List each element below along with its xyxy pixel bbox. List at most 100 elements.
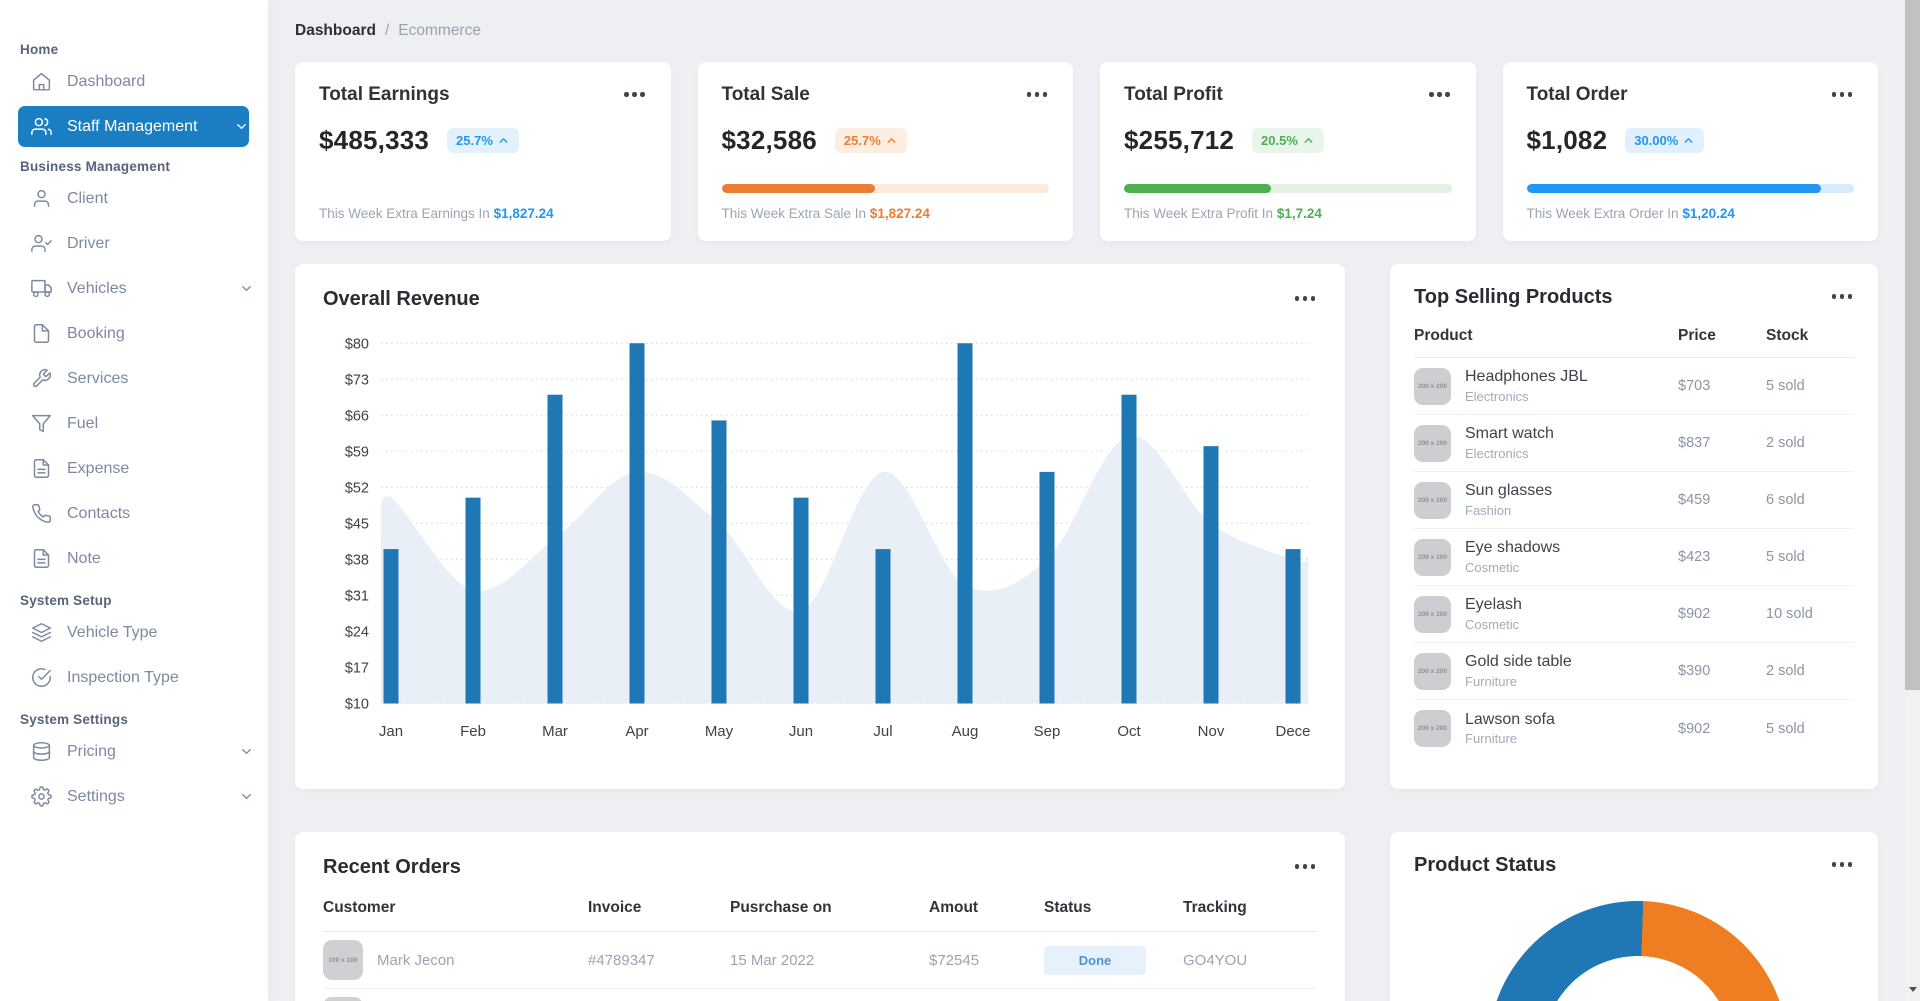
svg-text:Mar: Mar — [542, 723, 568, 740]
product-thumbnail: 200 x 200 — [1414, 539, 1451, 576]
column-stock: Stock — [1766, 327, 1854, 345]
order-invoice: #4789347 — [588, 952, 730, 969]
database-icon — [31, 741, 52, 762]
customer-name: Mark Jecon — [377, 952, 455, 969]
product-price: $703 — [1678, 378, 1766, 394]
chevron-up-icon — [1682, 134, 1695, 147]
scrollbar-thumb[interactable] — [1905, 0, 1920, 690]
table-row: 200 x 200 Eyelash Cosmetic $902 10 sold — [1414, 586, 1854, 643]
table-row: 200 x 200 Headphones JBL Electronics $70… — [1414, 358, 1854, 415]
truck-icon — [31, 278, 52, 299]
sidebar-item-driver[interactable]: Driver — [0, 221, 254, 266]
avatar: 100 x 100 — [323, 997, 363, 1001]
home-icon — [31, 71, 52, 92]
chevron-up-icon — [885, 134, 898, 147]
sidebar-item-note[interactable]: Note — [0, 536, 254, 581]
svg-text:May: May — [705, 723, 734, 740]
products-table-header: Product Price Stock — [1414, 327, 1854, 358]
stat-card-title: Total Order — [1527, 84, 1628, 106]
overall-revenue-title: Overall Revenue — [323, 288, 480, 311]
recent-orders-card: Recent Orders Customer Invoice Pusrchase… — [295, 832, 1345, 1001]
sidebar-item-contacts[interactable]: Contacts — [0, 491, 254, 536]
phone-icon — [31, 503, 52, 524]
revenue-bar-chart: $80$73$66$59$52$45$38$31$24$17$10JanFebM… — [323, 315, 1317, 762]
product-thumbnail: 200 x 200 — [1414, 425, 1451, 462]
product-thumbnail: 200 x 200 — [1414, 596, 1451, 633]
sidebar-section-label: Home — [20, 42, 268, 57]
sidebar-item-dashboard[interactable]: Dashboard — [0, 59, 254, 104]
products-table-body: 200 x 200 Headphones JBL Electronics $70… — [1414, 358, 1854, 757]
product-category: Fashion — [1465, 503, 1552, 518]
svg-text:$17: $17 — [345, 660, 369, 676]
sidebar-item-fuel[interactable]: Fuel — [0, 401, 254, 446]
breadcrumb-dashboard[interactable]: Dashboard — [295, 22, 376, 40]
overall-revenue-card: Overall Revenue $80$73$66$59$52$45$38$31… — [295, 264, 1345, 789]
svg-text:Jul: Jul — [873, 723, 892, 740]
product-category: Electronics — [1465, 446, 1554, 461]
chevron-down-icon — [239, 789, 254, 804]
stat-card-title: Total Earnings — [319, 84, 450, 106]
document-icon — [31, 458, 52, 479]
sidebar-item-settings[interactable]: Settings — [0, 774, 254, 819]
main-content: Dashboard / Ecommerce Total Earnings $48… — [268, 0, 1905, 1001]
product-price: $423 — [1678, 549, 1766, 565]
stat-card-value: $1,082 — [1527, 125, 1608, 156]
svg-text:Sep: Sep — [1034, 723, 1061, 740]
more-menu-icon[interactable] — [622, 84, 647, 105]
svg-text:$24: $24 — [345, 624, 369, 640]
sidebar-item-client[interactable]: Client — [0, 176, 254, 221]
sidebar-item-staff-management[interactable]: Staff Management — [18, 106, 249, 147]
user-icon — [31, 188, 52, 209]
progress-bar — [1527, 184, 1855, 193]
product-name: Headphones JBL — [1465, 368, 1588, 386]
scrollbar-down-arrow[interactable] — [1909, 987, 1917, 992]
svg-text:$45: $45 — [345, 516, 369, 532]
more-menu-icon[interactable] — [1293, 288, 1318, 309]
table-row: 200 x 200 Smart watch Electronics $837 2… — [1414, 415, 1854, 472]
sidebar-item-services[interactable]: Services — [0, 356, 254, 401]
more-menu-icon[interactable] — [1025, 84, 1050, 105]
stat-card-total-sale: Total Sale $32,586 25.7% This Week Extra… — [698, 62, 1074, 241]
product-category: Cosmetic — [1465, 560, 1560, 575]
breadcrumb: Dashboard / Ecommerce — [295, 22, 1878, 40]
svg-text:$66: $66 — [345, 408, 369, 424]
product-stock: 2 sold — [1766, 663, 1854, 679]
column-amount: Amout — [929, 899, 1044, 917]
sidebar-item-booking[interactable]: Booking — [0, 311, 254, 356]
status-badge: Done — [1044, 946, 1146, 975]
product-price: $459 — [1678, 492, 1766, 508]
window-scrollbar — [1905, 0, 1920, 1001]
more-menu-icon[interactable] — [1830, 286, 1855, 307]
table-row: 200 x 200 Sun glasses Fashion $459 6 sol… — [1414, 472, 1854, 529]
more-menu-icon[interactable] — [1293, 856, 1318, 877]
more-menu-icon[interactable] — [1830, 854, 1855, 875]
sidebar-item-pricing[interactable]: Pricing — [0, 729, 254, 774]
chevron-up-icon — [497, 134, 510, 147]
sidebar-item-vehicle-type[interactable]: Vehicle Type — [0, 610, 254, 655]
stat-card-footer: This Week Extra Earnings In $1,827.24 — [319, 206, 647, 221]
sidebar-section-label: System Settings — [20, 712, 268, 727]
product-price: $902 — [1678, 721, 1766, 737]
product-stock: 10 sold — [1766, 606, 1854, 622]
sidebar-item-vehicles[interactable]: Vehicles — [0, 266, 254, 311]
breadcrumb-separator: / — [385, 22, 389, 40]
order-tracking: GO4YOU — [1183, 952, 1317, 969]
sidebar-item-inspection-type[interactable]: Inspection Type — [0, 655, 254, 700]
chevron-down-icon — [239, 281, 254, 296]
recent-orders-title: Recent Orders — [323, 856, 461, 879]
product-price: $390 — [1678, 663, 1766, 679]
product-stock: 5 sold — [1766, 549, 1854, 565]
product-thumbnail: 200 x 200 — [1414, 482, 1451, 519]
product-name: Smart watch — [1465, 425, 1554, 443]
svg-text:$38: $38 — [345, 552, 369, 568]
more-menu-icon[interactable] — [1427, 84, 1452, 105]
column-tracking: Tracking — [1183, 899, 1317, 917]
layers-icon — [31, 622, 52, 643]
stat-card-total-earnings: Total Earnings $485,333 25.7% This Week … — [295, 62, 671, 241]
sidebar-item-expense[interactable]: Expense — [0, 446, 254, 491]
table-row: 100 x 100 Mark Jecon #4789347 15 Mar 202… — [323, 932, 1317, 989]
product-price: $902 — [1678, 606, 1766, 622]
more-menu-icon[interactable] — [1830, 84, 1855, 105]
stat-card-value: $32,586 — [722, 125, 817, 156]
stat-card-footer: This Week Extra Profit In $1,7.24 — [1124, 206, 1452, 221]
